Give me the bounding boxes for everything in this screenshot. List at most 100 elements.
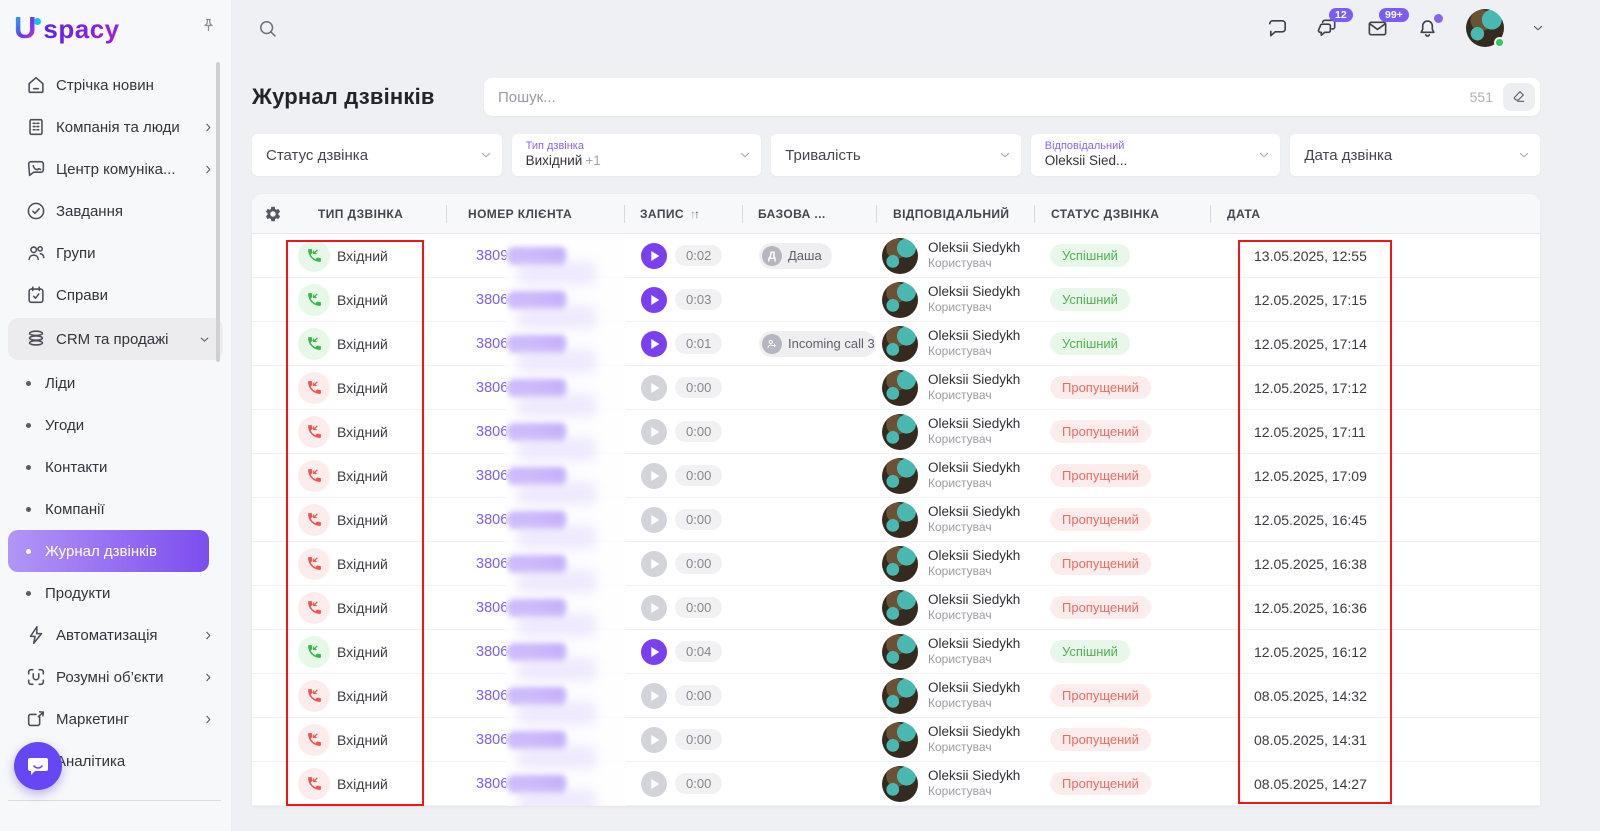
table-row[interactable]: Вхідний3806690:00Oleksii SiedykhКористув… — [252, 498, 1540, 542]
search-input[interactable] — [498, 89, 1460, 106]
column-header-base[interactable]: БАЗОВА ... — [742, 207, 876, 221]
sidebar-subitem[interactable]: Контакти — [0, 446, 231, 488]
sidebar-item-label: Аналітика — [56, 753, 125, 770]
cell-date: 12.05.2025, 16:45 — [1210, 512, 1540, 528]
clear-search-button[interactable] — [1503, 83, 1535, 111]
client-number-link[interactable]: 380669 — [476, 556, 524, 572]
play-record-button[interactable] — [641, 331, 667, 357]
base-entity-chip[interactable]: ДДаша — [759, 243, 832, 269]
play-record-button[interactable] — [641, 727, 667, 753]
table-row[interactable]: Вхідний3806690:00Oleksii SiedykhКористув… — [252, 674, 1540, 718]
table-search-box[interactable]: 551 — [484, 78, 1540, 116]
column-header-status[interactable]: СТАТУС ДЗВІНКА — [1034, 207, 1210, 221]
play-record-button[interactable] — [641, 771, 667, 797]
cell-call-type: Вхідний — [294, 504, 446, 536]
notifications-bell-icon[interactable] — [1416, 17, 1439, 40]
responsible-role: Користувач — [928, 696, 1020, 710]
table-row[interactable]: Вхідний3806690:00Oleksii SiedykhКористув… — [252, 762, 1540, 806]
table-row[interactable]: Вхідний3806690:00Oleksii SiedykhКористув… — [252, 454, 1540, 498]
support-chat-button[interactable] — [14, 742, 62, 790]
global-search-icon[interactable] — [257, 18, 278, 39]
play-record-button[interactable] — [641, 287, 667, 313]
client-number-link[interactable]: 380669 — [476, 424, 524, 440]
filter-dropdown-3[interactable]: ВідповідальнийOleksii Sied... — [1031, 134, 1281, 176]
client-number-link[interactable]: 380669 — [476, 512, 524, 528]
play-record-button[interactable] — [641, 595, 667, 621]
filter-dropdown-0[interactable]: Статус дзвінка — [252, 134, 502, 176]
user-avatar[interactable] — [1466, 9, 1504, 47]
table-row[interactable]: Вхідний3806690:00Oleksii SiedykhКористув… — [252, 542, 1540, 586]
sidebar-item-Групи[interactable]: Групи — [0, 232, 231, 274]
filter-dropdown-4[interactable]: Дата дзвінка — [1290, 134, 1540, 176]
sidebar-subitem[interactable]: Ліди — [0, 362, 231, 404]
column-header-date[interactable]: ДАТА — [1210, 207, 1540, 221]
play-record-button[interactable] — [641, 551, 667, 577]
mail-icon[interactable]: 99+ — [1366, 17, 1389, 40]
table-row[interactable]: Вхідний3806690:01Incoming call 3Oleksii … — [252, 322, 1540, 366]
cell-date: 08.05.2025, 14:27 — [1210, 776, 1540, 792]
incoming-call-icon — [298, 240, 330, 272]
client-number-link[interactable]: 380669 — [476, 644, 524, 660]
table-row[interactable]: Вхідний3806690:00Oleksii SiedykhКористув… — [252, 586, 1540, 630]
sidebar-subitem-call-log-active[interactable]: Журнал дзвінків — [8, 530, 209, 572]
sidebar-subitem[interactable]: Продукти — [0, 572, 231, 614]
column-header-number[interactable]: НОМЕР КЛІЄНТА — [446, 207, 624, 221]
table-row[interactable]: Вхідний3809570:02ДДашаOleksii SiedykhКор… — [252, 234, 1540, 278]
cell-status: Пропущений — [1034, 376, 1210, 399]
client-number-link[interactable]: 380669 — [476, 732, 524, 748]
date-value: 12.05.2025, 16:36 — [1254, 600, 1367, 616]
sidebar-item-Справи[interactable]: Справи — [0, 274, 231, 316]
sidebar-subitem[interactable]: Угоди — [0, 404, 231, 446]
table-row[interactable]: Вхідний3806690:00Oleksii SiedykhКористув… — [252, 410, 1540, 454]
play-record-button[interactable] — [641, 419, 667, 445]
table-settings-gear-icon[interactable] — [252, 205, 294, 223]
client-number-link[interactable]: 380957 — [476, 248, 524, 264]
play-record-button[interactable] — [641, 639, 667, 665]
table-row[interactable]: Вхідний3806690:00Oleksii SiedykhКористув… — [252, 718, 1540, 762]
client-number-link[interactable]: 380669 — [476, 468, 524, 484]
cell-date: 12.05.2025, 17:12 — [1210, 380, 1540, 396]
client-number-link[interactable]: 380669 — [476, 600, 524, 616]
play-record-button[interactable] — [641, 507, 667, 533]
play-record-button[interactable] — [641, 243, 667, 269]
sidebar-item-Центр комуніка...[interactable]: Центр комуніка... — [0, 148, 231, 190]
sidebar-item-Автоматизація[interactable]: Автоматизація — [0, 614, 231, 656]
sort-arrows-icon[interactable]: ↑↑ — [690, 207, 698, 221]
chevron-right-icon — [202, 121, 215, 134]
play-record-button[interactable] — [641, 375, 667, 401]
client-number-link[interactable]: 380669 — [476, 776, 524, 792]
table-row[interactable]: Вхідний3806690:00Oleksii SiedykhКористув… — [252, 366, 1540, 410]
play-record-button[interactable] — [641, 463, 667, 489]
client-number-link[interactable]: 380669 — [476, 292, 524, 308]
call-type-label: Вхідний — [337, 688, 388, 704]
filter-dropdown-1[interactable]: Тип дзвінкаВихідний+1 — [512, 134, 762, 176]
cell-responsible: Oleksii SiedykhКористувач — [876, 722, 1034, 758]
column-header-type[interactable]: ТИП ДЗВІНКА — [294, 207, 446, 221]
chevron-down-icon — [1517, 148, 1531, 162]
client-number-link[interactable]: 380669 — [476, 336, 524, 352]
responsible-avatar — [882, 634, 918, 670]
feedback-chat-icon[interactable] — [1266, 17, 1289, 40]
sidebar-item-Завдання[interactable]: Завдання — [0, 190, 231, 232]
sidebar-item-crm-section[interactable]: CRM та продажі — [8, 318, 223, 360]
status-badge: Пропущений — [1050, 508, 1151, 531]
table-row[interactable]: Вхідний3806690:04Oleksii SiedykhКористув… — [252, 630, 1540, 674]
play-record-button[interactable] — [641, 683, 667, 709]
sidebar-item-Стрічка новин[interactable]: Стрічка новин — [0, 64, 231, 106]
sidebar-item-Розумні об’єкти[interactable]: Розумні об’єкти — [0, 656, 231, 698]
client-number-link[interactable]: 380669 — [476, 380, 524, 396]
profile-chevron-icon[interactable] — [1531, 21, 1545, 35]
client-number-link[interactable]: 380669 — [476, 688, 524, 704]
base-entity-chip[interactable]: Incoming call 3 — [759, 331, 876, 357]
sidebar-scrollbar[interactable] — [216, 62, 220, 362]
sidebar-item-Маркетинг[interactable]: Маркетинг — [0, 698, 231, 740]
column-header-record[interactable]: ЗАПИС↑↑ — [624, 207, 742, 221]
column-header-resp[interactable]: ВІДПОВІДАЛЬНИЙ — [876, 207, 1034, 221]
messenger-icon[interactable]: 12 — [1316, 17, 1339, 40]
table-row[interactable]: Вхідний3806690:03Oleksii SiedykhКористув… — [252, 278, 1540, 322]
sidebar-item-Компанія та люди[interactable]: Компанія та люди — [0, 106, 231, 148]
pin-sidebar-icon[interactable] — [200, 17, 217, 39]
uspacy-logo[interactable]: Uspacy — [14, 10, 120, 46]
filter-dropdown-2[interactable]: Тривалість — [771, 134, 1021, 176]
sidebar-subitem[interactable]: Компанії — [0, 488, 231, 530]
